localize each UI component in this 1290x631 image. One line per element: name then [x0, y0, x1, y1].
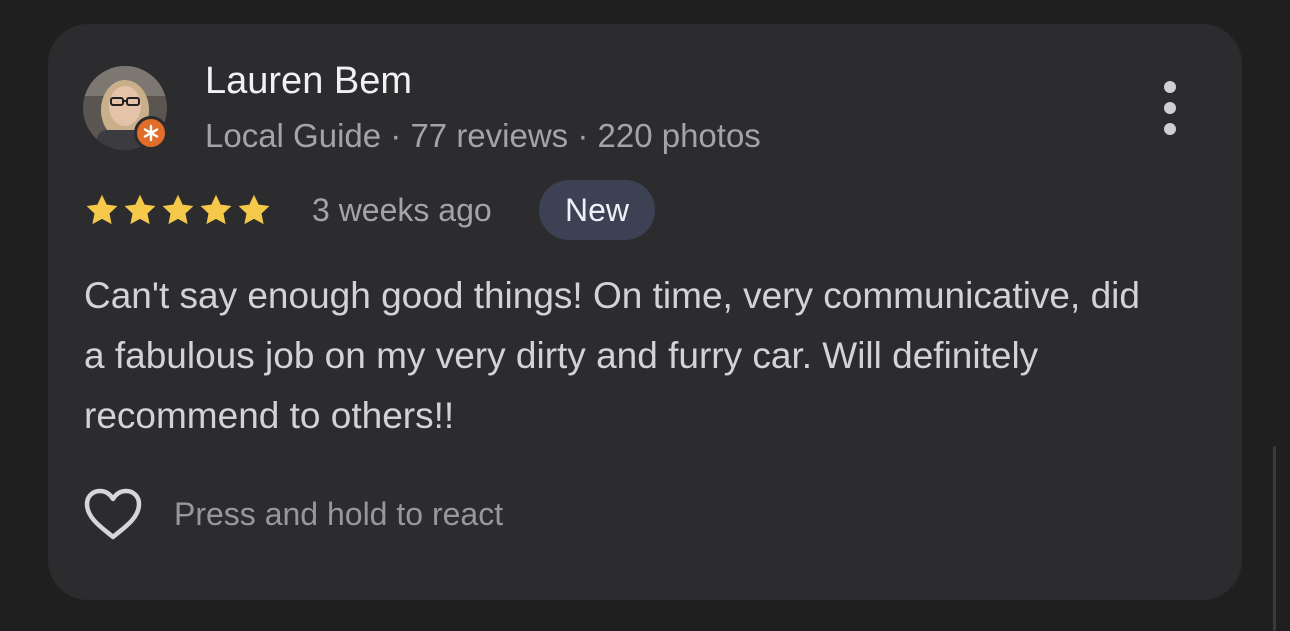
reviewer-meta: Local Guide · 77 reviews · 220 photos — [205, 117, 761, 154]
react-row[interactable]: Press and hold to react — [82, 486, 503, 542]
heart-outline-icon[interactable] — [82, 486, 144, 542]
star-icon — [238, 194, 270, 225]
star-icon — [162, 194, 194, 225]
review-text: Can't say enough good things! On time, v… — [84, 275, 1140, 436]
reviewer-name[interactable]: Lauren Bem — [205, 60, 412, 103]
review-time: 3 weeks ago — [312, 192, 492, 228]
more-options-button[interactable] — [1148, 76, 1192, 140]
react-hint: Press and hold to react — [174, 495, 504, 532]
star-icon — [200, 194, 232, 225]
star-icon — [124, 194, 156, 225]
new-badge: New — [539, 180, 656, 240]
more-vertical-icon — [1164, 102, 1176, 114]
local-guide-star-icon — [134, 116, 168, 150]
review-card: Lauren Bem Local Guide · 77 reviews · 22… — [48, 24, 1242, 600]
more-vertical-icon — [1164, 123, 1176, 135]
more-vertical-icon — [1164, 81, 1176, 93]
star-rating — [84, 192, 272, 228]
star-icon — [86, 194, 118, 225]
scrollbar[interactable] — [1273, 446, 1276, 631]
